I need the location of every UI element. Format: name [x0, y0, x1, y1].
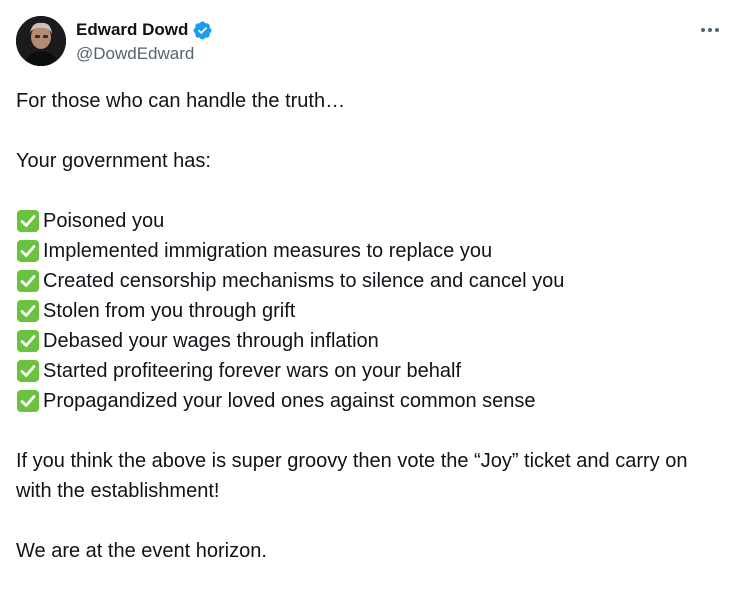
- avatar[interactable]: [16, 16, 66, 66]
- tweet-text: For those who can handle the truth… Your…: [16, 86, 728, 596]
- check-mark-button-icon: [16, 269, 40, 293]
- checklist-item-text: Debased your wages through inflation: [43, 330, 379, 352]
- checklist-item: Created censorship mechanisms to silence…: [16, 266, 728, 296]
- checklist-item: Started profiteering forever wars on you…: [16, 356, 728, 386]
- check-mark-button-icon: [16, 329, 40, 353]
- checklist-item-text: Implemented immigration measures to repl…: [43, 240, 493, 262]
- checklist-item-text: Created censorship mechanisms to silence…: [43, 270, 565, 292]
- check-mark-button-icon: [16, 239, 40, 263]
- checklist: Poisoned you Implemented immigration mea…: [16, 206, 728, 416]
- check-mark-button-icon: [16, 209, 40, 233]
- checklist-item-text: Propagandized your loved ones against co…: [43, 390, 536, 412]
- checklist-item: Poisoned you: [16, 206, 728, 236]
- check-mark-button-icon: [16, 299, 40, 323]
- verified-badge-icon: [192, 20, 213, 41]
- more-options-icon[interactable]: [698, 20, 722, 40]
- tweet-header: Edward Dowd @DowdEdward: [16, 16, 724, 68]
- tweet-final: We are at the event horizon.: [16, 540, 267, 562]
- author-display-name[interactable]: Edward Dowd: [76, 20, 188, 40]
- checklist-item-text: Stolen from you through grift: [43, 300, 296, 322]
- checklist-item-text: Started profiteering forever wars on you…: [43, 360, 461, 382]
- tweet-lead: Your government has:: [16, 150, 211, 172]
- tweet-intro: For those who can handle the truth…: [16, 90, 346, 112]
- author-handle[interactable]: @DowdEdward: [76, 44, 213, 64]
- tweet-closing: If you think the above is super groovy t…: [16, 450, 688, 502]
- checklist-item: Debased your wages through inflation: [16, 326, 728, 356]
- checklist-item: Stolen from you through grift: [16, 296, 728, 326]
- checklist-item: Implemented immigration measures to repl…: [16, 236, 728, 266]
- checklist-item: Propagandized your loved ones against co…: [16, 386, 728, 416]
- check-mark-button-icon: [16, 359, 40, 383]
- checklist-item-text: Poisoned you: [43, 210, 165, 232]
- check-mark-button-icon: [16, 389, 40, 413]
